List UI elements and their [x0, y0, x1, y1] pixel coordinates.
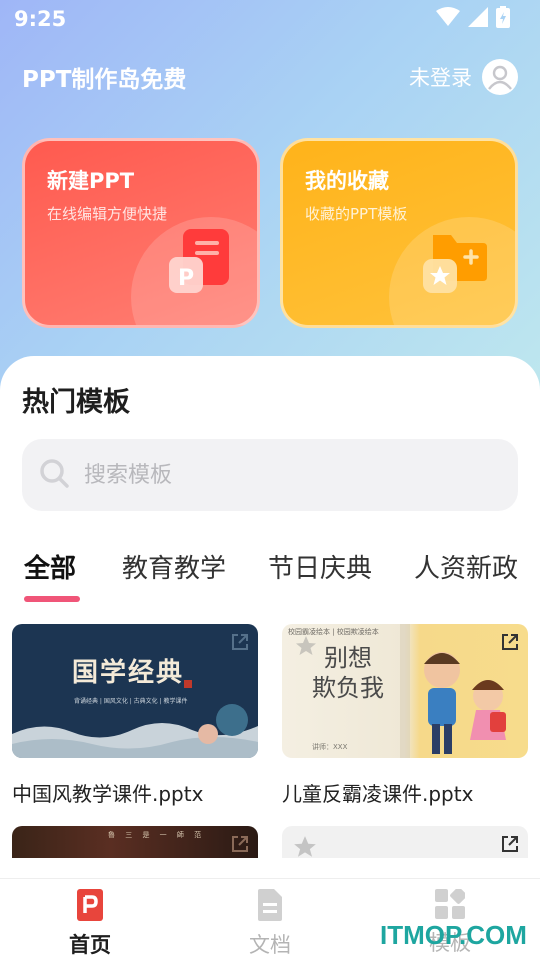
active-tab-indicator	[24, 596, 80, 602]
template-card[interactable]: 魯 三 是 一 師 范	[12, 826, 258, 858]
document-icon	[256, 889, 284, 925]
search-input[interactable]	[84, 462, 484, 488]
login-label: 未登录	[409, 66, 472, 90]
template-thumbnail: 魯 三 是 一 師 范	[12, 826, 258, 858]
category-tabs: 全部 教育教学 节日庆典 人资新政	[0, 548, 540, 608]
signal-icon	[468, 7, 488, 31]
thumb-subtitle: 背诵经典 | 国风文化 | 古典文化 | 教学课件	[74, 698, 188, 705]
external-link-icon[interactable]	[230, 632, 250, 656]
section-title: 热门模板	[22, 387, 130, 418]
status-time: 9:25	[14, 7, 67, 31]
nav-label: 文档	[249, 933, 291, 957]
wifi-icon	[436, 7, 460, 31]
home-ppt-icon	[75, 889, 105, 925]
battery-icon	[496, 6, 510, 32]
template-card[interactable]: 国学经典 背诵经典 | 国风文化 | 古典文化 | 教学课件 中国风教学课件.p…	[12, 624, 258, 807]
ppt-file-icon: P	[169, 229, 231, 299]
user-icon	[488, 65, 512, 90]
thumb-title-line-2: 欺负我	[312, 674, 384, 702]
star-icon	[294, 634, 318, 662]
new-ppt-card[interactable]: 新建PPT 在线编辑方便快捷 P	[22, 138, 260, 328]
card-title: 我的收藏	[305, 169, 389, 193]
thumbnail-art	[12, 680, 258, 758]
thumb-title: 国学经典	[72, 658, 185, 688]
nav-label: 首页	[69, 933, 111, 957]
nav-documents[interactable]: 文档	[220, 889, 320, 959]
status-icons	[436, 6, 510, 32]
app-title: PPT制作岛免费	[22, 67, 187, 93]
external-link-icon[interactable]	[230, 834, 250, 858]
tab-education[interactable]: 教育教学	[122, 548, 226, 585]
grid-icon	[435, 887, 467, 923]
login-button[interactable]: 未登录	[409, 59, 518, 95]
favorite-folder-icon	[423, 229, 489, 299]
avatar[interactable]	[482, 59, 518, 95]
favorites-card[interactable]: 我的收藏 收藏的PPT模板	[280, 138, 518, 328]
template-name: 中国风教学课件.pptx	[12, 782, 204, 806]
thumb-presenter: 讲师：XXX	[312, 743, 348, 751]
tab-festival[interactable]: 节日庆典	[268, 548, 372, 585]
card-title: 新建PPT	[47, 169, 135, 193]
status-bar: 9:25	[0, 0, 540, 38]
tab-all[interactable]: 全部	[24, 548, 76, 585]
star-icon	[292, 834, 318, 858]
watermark: ITMOP.COM	[380, 920, 527, 950]
tab-hr-policy[interactable]: 人资新政	[414, 548, 518, 585]
search-icon	[38, 457, 70, 493]
app-header: PPT制作岛免费 未登录	[0, 54, 540, 100]
template-thumbnail: 校园霸凌绘本 | 校园欺凌绘本 别想 欺负我 讲师：XXX	[282, 624, 528, 758]
nav-home[interactable]: 首页	[40, 889, 140, 959]
external-link-icon[interactable]	[500, 834, 520, 858]
template-name: 儿童反霸凌课件.pptx	[282, 782, 474, 806]
svg-text:P: P	[178, 266, 194, 291]
template-thumbnail	[282, 826, 528, 858]
template-thumbnail: 国学经典 背诵经典 | 国风文化 | 古典文化 | 教学课件	[12, 624, 258, 758]
external-link-icon[interactable]	[500, 632, 520, 656]
thumb-top-text: 魯 三 是 一 師 范	[108, 831, 206, 839]
template-card[interactable]: 校园霸凌绘本 | 校园欺凌绘本 别想 欺负我 讲师：XXX 儿童反霸凌课件.pp…	[282, 624, 528, 807]
template-card[interactable]	[282, 826, 528, 858]
search-bar[interactable]	[22, 439, 518, 511]
